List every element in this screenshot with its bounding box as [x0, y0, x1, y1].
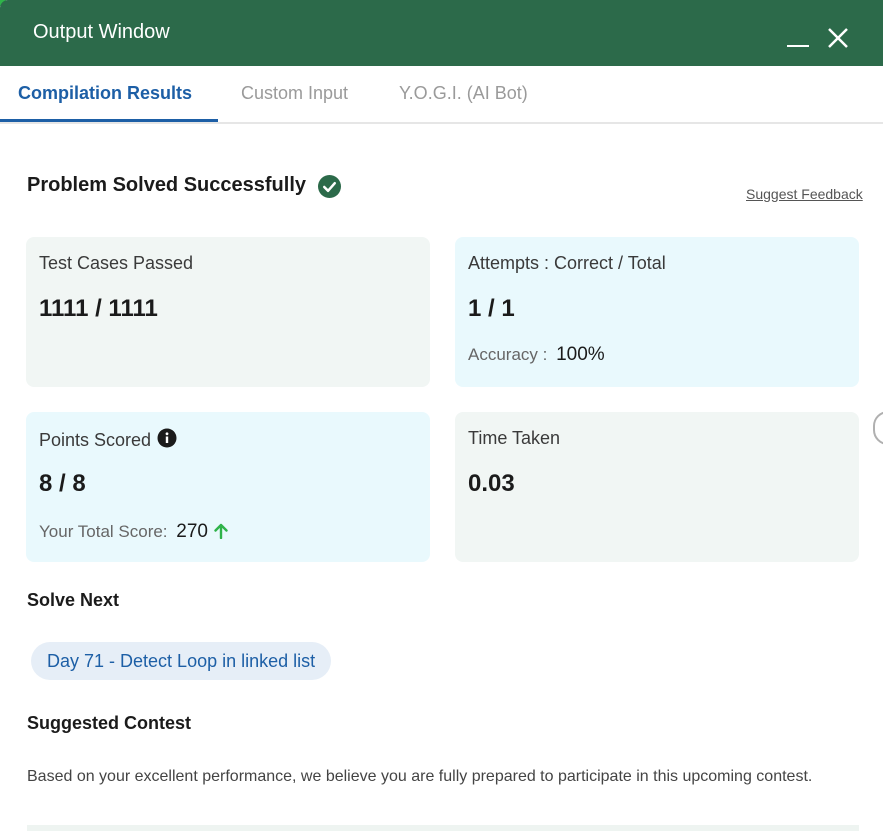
solve-next-problem-chip[interactable]: Day 71 - Detect Loop in linked list	[31, 642, 332, 680]
suggested-contest-title: Suggested Contest	[27, 713, 192, 733]
points-card: Points Scored 8 / 8 Your Total Score: 27…	[26, 412, 430, 562]
check-circle-icon	[318, 175, 341, 203]
arrow-up-icon	[214, 523, 228, 544]
suggest-feedback-link[interactable]: Suggest Feedback	[746, 186, 863, 202]
tab-yogi-ai-bot[interactable]: Y.O.G.I. (AI Bot)	[399, 83, 528, 104]
result-heading: Problem Solved Successfully	[27, 174, 306, 196]
solve-next-title: Solve Next	[27, 590, 120, 610]
points-label-row: Points Scored	[39, 428, 177, 453]
test-cases-label: Test Cases Passed	[39, 253, 194, 273]
test-cases-card: Test Cases Passed 1111 / 1111	[26, 237, 430, 387]
attempts-card: Attempts : Correct / Total 1 / 1 Accurac…	[455, 237, 859, 387]
time-card: Time Taken 0.03	[455, 412, 859, 562]
total-score-value: 270	[176, 521, 208, 542]
time-label: Time Taken	[468, 428, 561, 448]
tab-bar: Compilation Results Custom Input Y.O.G.I…	[0, 66, 883, 124]
window-title: Output Window	[33, 21, 170, 43]
active-tab-indicator	[0, 119, 218, 122]
points-label: Points Scored	[39, 430, 152, 450]
test-cases-value: 1111 / 1111	[39, 295, 158, 322]
total-score-row: Your Total Score: 270	[39, 521, 228, 544]
contest-description: Based on your excellent performance, we …	[27, 768, 813, 785]
attempts-value: 1 / 1	[468, 295, 515, 322]
time-value: 0.03	[468, 470, 515, 497]
accuracy-row: Accuracy : 100%	[468, 344, 605, 366]
points-value: 8 / 8	[39, 470, 86, 497]
tab-compilation-results[interactable]: Compilation Results	[18, 83, 192, 104]
close-icon[interactable]	[825, 22, 851, 48]
collapse-handle[interactable]	[873, 411, 883, 445]
total-score-label: Your Total Score:	[39, 522, 168, 541]
accuracy-value: 100%	[556, 344, 605, 365]
title-bar: Output Window	[0, 0, 883, 66]
contest-card-top	[27, 825, 859, 831]
info-icon[interactable]	[157, 428, 177, 453]
tab-custom-input[interactable]: Custom Input	[241, 83, 348, 104]
attempts-label: Attempts : Correct / Total	[468, 253, 666, 273]
accuracy-label: Accuracy :	[468, 345, 548, 364]
minimize-icon[interactable]	[785, 22, 811, 48]
